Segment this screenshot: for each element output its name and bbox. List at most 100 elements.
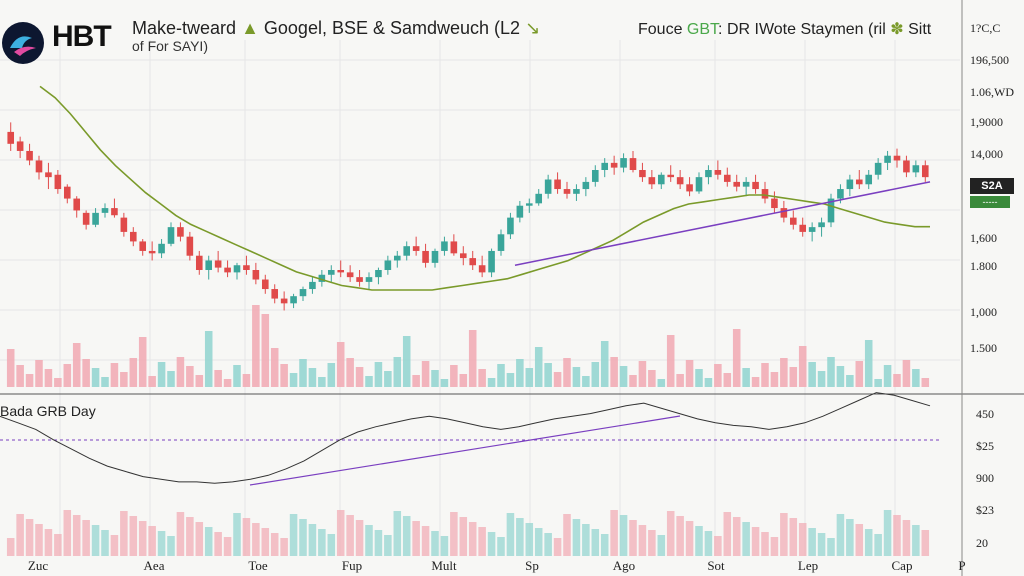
volume-bar bbox=[600, 341, 609, 387]
lower-volume-bar bbox=[72, 515, 81, 556]
lower-volume-bar bbox=[506, 513, 515, 556]
candle-body bbox=[497, 234, 505, 251]
volume-bar bbox=[836, 366, 845, 387]
lower-volume-bar bbox=[54, 534, 62, 556]
lower-volume-bar bbox=[902, 520, 911, 556]
volume-bar bbox=[497, 364, 505, 387]
lower-volume-bar bbox=[704, 531, 713, 556]
lower-volume-bar bbox=[63, 510, 72, 556]
lower-volume-bar bbox=[82, 520, 90, 556]
volume-bar bbox=[610, 357, 618, 387]
price-tick-label: 1?C,C bbox=[970, 21, 1000, 35]
volume-bar bbox=[487, 378, 496, 387]
candle-body bbox=[799, 224, 807, 232]
lower-volume-bar bbox=[308, 524, 317, 556]
volume-bar bbox=[261, 314, 270, 387]
candle-body bbox=[837, 189, 844, 199]
volume-bar bbox=[167, 371, 175, 387]
lower-volume-bar bbox=[148, 526, 156, 556]
candle-body bbox=[167, 227, 175, 244]
volume-bar bbox=[280, 364, 288, 387]
logo-text: HBT bbox=[52, 20, 112, 53]
candle-body bbox=[148, 250, 156, 254]
volume-bar bbox=[808, 362, 816, 387]
lower-volume-bar bbox=[365, 525, 373, 556]
time-tick-label: P bbox=[958, 558, 965, 573]
candle-body bbox=[271, 289, 279, 299]
candle-body bbox=[686, 184, 693, 192]
lower-volume-bar bbox=[666, 511, 675, 556]
stock-chart: Bada GRB Day 1?C,C 196,500 1.06,WD 1,9000 14… bbox=[0, 0, 1024, 576]
lower-volume-bar bbox=[846, 519, 854, 556]
lower-volume-bar bbox=[25, 519, 34, 556]
volume-bar bbox=[355, 367, 364, 387]
volume-bar bbox=[912, 369, 920, 387]
volume-bar bbox=[16, 365, 24, 387]
volume-bar bbox=[214, 370, 222, 387]
price-tick-label: 14,000 bbox=[970, 147, 1003, 161]
volume-bar bbox=[619, 366, 628, 387]
volume-bar bbox=[176, 357, 185, 387]
candle-body bbox=[620, 158, 627, 168]
candle-body bbox=[252, 270, 260, 280]
candle-body bbox=[356, 277, 363, 282]
lower-volume-bar bbox=[355, 520, 364, 556]
lower-volume-bar bbox=[582, 524, 590, 556]
volume-bar bbox=[327, 363, 336, 387]
volume-bar bbox=[695, 369, 703, 387]
lower-volume-bar bbox=[572, 519, 581, 556]
lower-volume-bar bbox=[591, 529, 600, 556]
lower-volume-bar bbox=[384, 535, 392, 556]
candle-body bbox=[535, 193, 543, 204]
lower-volume-bar bbox=[233, 513, 241, 556]
volume-bar bbox=[120, 372, 128, 387]
candle-body bbox=[243, 265, 250, 270]
lower-volume-bar bbox=[864, 529, 873, 556]
candle-body bbox=[365, 277, 373, 282]
volume-bar bbox=[44, 369, 53, 387]
volume-bar bbox=[723, 373, 732, 387]
lower-volume-bar bbox=[695, 526, 703, 556]
candle-body bbox=[808, 227, 816, 232]
chart-subtitle: of For SAYI) bbox=[132, 38, 208, 54]
lower-volume-bar bbox=[336, 510, 345, 556]
lower-volume-bar bbox=[497, 537, 505, 556]
candle-body bbox=[459, 253, 467, 259]
volume-bar bbox=[516, 359, 524, 387]
candle-body bbox=[846, 179, 854, 190]
lower-volume-bar bbox=[600, 534, 609, 556]
lower-volume-bar bbox=[459, 517, 468, 556]
candle-body bbox=[610, 162, 618, 168]
chart-grid bbox=[0, 0, 1024, 576]
volume-bar bbox=[864, 340, 873, 387]
volume-bar bbox=[223, 379, 232, 387]
volume-bar bbox=[742, 368, 750, 387]
candle-body bbox=[450, 241, 458, 254]
candle-body bbox=[903, 160, 910, 173]
candle-body bbox=[441, 241, 448, 251]
candle-body bbox=[26, 150, 33, 161]
indicator-tick-label: 20 bbox=[976, 536, 988, 550]
volume-bar bbox=[780, 358, 788, 387]
chart-title-main: Make-tweard bbox=[132, 18, 237, 38]
candle-body bbox=[16, 141, 24, 151]
volume-bar bbox=[365, 376, 373, 387]
right-title-b: GBT bbox=[686, 21, 719, 38]
candle-body bbox=[384, 260, 392, 270]
volume-bar bbox=[421, 361, 430, 387]
lower-volume-bar bbox=[685, 521, 694, 556]
lower-volume-bar bbox=[327, 534, 336, 556]
candle-body bbox=[422, 250, 429, 263]
candle-body bbox=[912, 165, 920, 173]
lower-volume-bar bbox=[129, 516, 138, 556]
candle-body bbox=[290, 296, 297, 304]
volume-bar bbox=[666, 335, 675, 387]
lower-volume-bar bbox=[120, 511, 128, 556]
volume-bar bbox=[817, 371, 826, 387]
volume-bar bbox=[874, 379, 882, 387]
candle-body bbox=[233, 265, 241, 273]
candle-body bbox=[884, 155, 891, 163]
candle-body bbox=[375, 270, 382, 278]
lower-volume-bar bbox=[534, 528, 543, 556]
candle-body bbox=[591, 170, 599, 182]
